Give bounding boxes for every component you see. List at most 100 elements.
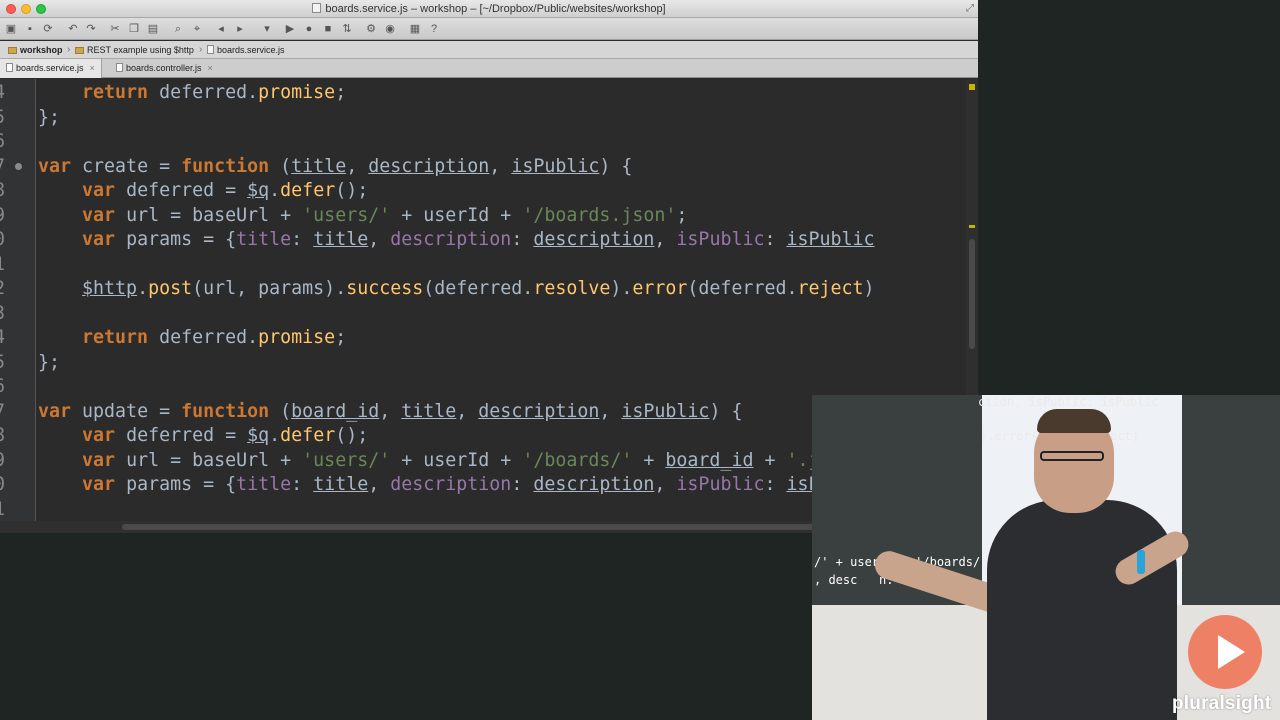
fold-marker-icon[interactable] xyxy=(15,162,22,170)
line-number: 9 xyxy=(0,449,12,474)
code-text: return deferred.promise; xyxy=(82,82,347,103)
line-number: 7 xyxy=(0,155,12,180)
code-line: 2 $http.post(url, params).success(deferr… xyxy=(0,277,966,302)
undo-icon[interactable]: ↶ xyxy=(66,22,80,36)
vertical-scroll-thumb[interactable] xyxy=(969,239,975,349)
play-icon[interactable] xyxy=(1188,615,1262,689)
main-toolbar: ▣ ▪ ⟳ ↶ ↷ ✂ ❐ ▤ ⌕ ⌖ ◂ ▸ ▾ ▶ ● ■ ⇅ ⚙ ◉ ▦ … xyxy=(0,18,978,40)
code-line: 7 var create = function (title, descripti… xyxy=(0,155,966,180)
line-number: 0 xyxy=(0,228,12,253)
breadcrumb-folder[interactable]: REST example using $http xyxy=(75,45,194,55)
run-config-dropdown-icon[interactable]: ▾ xyxy=(260,22,274,36)
close-tab-icon[interactable]: × xyxy=(208,63,213,73)
breadcrumb-project[interactable]: workshop xyxy=(8,45,63,55)
code-line: 5}; xyxy=(0,351,966,376)
folder-icon xyxy=(75,47,84,54)
pluralsight-logo: pluralsight xyxy=(1172,693,1272,714)
warning-marker[interactable] xyxy=(969,84,975,90)
line-number: 8 xyxy=(0,179,12,204)
js-file-icon xyxy=(312,3,322,13)
open-folder-icon[interactable]: ▣ xyxy=(4,22,18,36)
code-text: }; xyxy=(38,351,61,373)
find-icon[interactable]: ⌕ xyxy=(171,22,185,36)
presenter-glasses xyxy=(1040,451,1104,461)
help-icon[interactable]: ? xyxy=(427,22,441,36)
js-file-icon xyxy=(6,63,13,72)
code-text: $http.post(url, params).success(deferred… xyxy=(82,278,875,299)
close-tab-icon[interactable]: × xyxy=(90,63,95,73)
save-icon[interactable]: ▪ xyxy=(23,22,37,36)
run-icon[interactable]: ▶ xyxy=(283,22,297,36)
code-text: var url = baseUrl + 'users/' + userId + … xyxy=(82,449,875,471)
presenter-body xyxy=(987,500,1177,720)
editor-tabs: boards.service.js × boards.controller.js × xyxy=(0,59,978,78)
breadcrumb-folder-label: REST example using $http xyxy=(87,45,194,55)
code-line: 4 return deferred.promise; xyxy=(0,81,966,106)
debug-icon[interactable]: ● xyxy=(302,22,316,36)
code-text: var deferred = $q.defer(); xyxy=(82,425,369,446)
redo-icon[interactable]: ↷ xyxy=(84,22,98,36)
breadcrumb-file-label: boards.service.js xyxy=(217,45,285,55)
code-line: 9 var url = baseUrl + 'users/' + userId … xyxy=(0,204,966,229)
code-line: 6 xyxy=(0,130,966,155)
breadcrumb-separator-icon: › xyxy=(199,44,203,55)
code-text: var params = {title: title, description:… xyxy=(82,474,875,495)
breadcrumb-file[interactable]: boards.service.js xyxy=(207,45,285,55)
code-text: var create = function (title, descriptio… xyxy=(38,155,633,177)
code-line: 3 xyxy=(0,302,966,327)
line-number: 4 xyxy=(0,326,12,351)
vcs-icon[interactable]: ⇅ xyxy=(340,22,354,36)
line-number: 9 xyxy=(0,204,12,229)
line-number: 4 xyxy=(0,81,12,106)
line-number: 5 xyxy=(0,106,12,131)
breadcrumb: workshop › REST example using $http › bo… xyxy=(0,41,978,59)
code-line: 8 var deferred = $q.defer(); xyxy=(0,179,966,204)
sync-icon[interactable]: ⟳ xyxy=(41,22,55,36)
copy-icon[interactable]: ❐ xyxy=(127,22,141,36)
back-icon[interactable]: ◂ xyxy=(214,22,228,36)
wristband xyxy=(1137,550,1145,574)
tab-label: boards.controller.js xyxy=(126,63,202,73)
line-number: 3 xyxy=(0,302,12,327)
line-number: 1 xyxy=(0,253,12,278)
paste-icon[interactable]: ▤ xyxy=(146,22,160,36)
code-line: 1 xyxy=(0,253,966,278)
breadcrumb-separator-icon: › xyxy=(67,44,71,55)
code-text: var deferred = $q.defer(); xyxy=(82,180,369,201)
js-file-icon xyxy=(207,45,214,54)
line-number: 0 xyxy=(0,473,12,498)
horizontal-scroll-thumb[interactable] xyxy=(122,524,908,530)
cut-icon[interactable]: ✂ xyxy=(108,22,122,36)
warning-marker[interactable] xyxy=(969,225,975,228)
code-text: }; xyxy=(38,106,61,128)
line-number: 5 xyxy=(0,351,12,376)
settings-icon[interactable]: ⚙ xyxy=(364,22,378,36)
replace-icon[interactable]: ⌖ xyxy=(190,22,204,36)
title-bar: boards.service.js – workshop – [~/Dropbo… xyxy=(0,0,978,18)
tab-boards-controller[interactable]: boards.controller.js × xyxy=(110,59,219,78)
code-text: var url = baseUrl + 'users/' + userId + … xyxy=(82,204,688,226)
code-text: var update = function (board_id, title, … xyxy=(38,400,743,422)
code-line: 4 return deferred.promise; xyxy=(0,326,966,351)
terminal-icon[interactable]: ▦ xyxy=(408,22,422,36)
folder-icon xyxy=(8,47,17,54)
plugin-icon[interactable]: ◉ xyxy=(383,22,397,36)
line-number: 8 xyxy=(0,424,12,449)
js-file-icon xyxy=(116,63,123,72)
line-number: 1 xyxy=(0,498,12,523)
code-line: 5}; xyxy=(0,106,966,131)
stop-icon[interactable]: ■ xyxy=(321,22,335,36)
tab-boards-service[interactable]: boards.service.js × xyxy=(0,59,102,78)
projected-code-line: ction, isPublic: isPublic xyxy=(978,395,1159,409)
fullscreen-icon[interactable]: ⤢ xyxy=(966,3,974,14)
code-line: 0 var params = {title: title, descriptio… xyxy=(0,228,966,253)
forward-icon[interactable]: ▸ xyxy=(233,22,247,36)
window-title-text: boards.service.js – workshop – [~/Dropbo… xyxy=(325,3,666,15)
line-number: 6 xyxy=(0,130,12,155)
presenter-hair xyxy=(1037,409,1111,433)
line-number: 7 xyxy=(0,400,12,425)
play-triangle-icon xyxy=(1218,635,1245,669)
code-text: var params = {title: title, description:… xyxy=(82,229,875,250)
line-number: 2 xyxy=(0,277,12,302)
tab-label: boards.service.js xyxy=(16,63,84,73)
